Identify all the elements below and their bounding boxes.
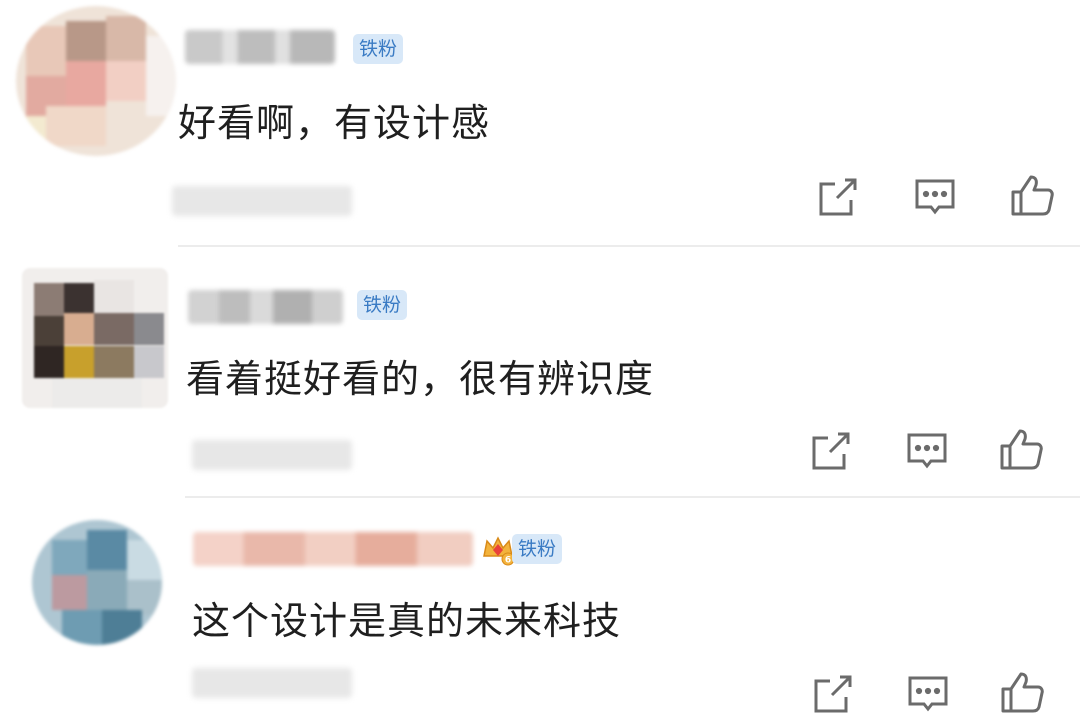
crown-level-icon: 6 — [481, 532, 515, 566]
username-blurred[interactable] — [188, 290, 343, 324]
comment-icon[interactable] — [905, 671, 951, 717]
comment-meta-blurred — [172, 186, 352, 216]
username-blurred[interactable] — [193, 532, 473, 566]
fan-badge: 铁粉 — [512, 534, 563, 564]
comment-text: 看着挺好看的，很有辨识度 — [186, 357, 655, 401]
comment-icon[interactable] — [912, 174, 958, 220]
avatar[interactable] — [22, 268, 168, 408]
comment-text: 好看啊，有设计感 — [178, 101, 491, 145]
share-icon[interactable] — [815, 174, 861, 220]
thumb-up-icon[interactable] — [999, 669, 1045, 715]
comment-icon[interactable] — [904, 428, 950, 474]
fan-badge: 铁粉 — [357, 290, 408, 320]
comment-meta-blurred — [192, 668, 352, 698]
thumb-up-icon[interactable] — [998, 426, 1044, 472]
share-icon[interactable] — [808, 428, 854, 474]
comment-meta-blurred — [192, 440, 352, 470]
thumb-up-icon[interactable] — [1009, 172, 1055, 218]
fan-badge: 铁粉 — [353, 34, 404, 64]
avatar[interactable] — [32, 520, 162, 645]
username-blurred[interactable] — [185, 30, 335, 64]
crown-level: 6 — [505, 556, 511, 566]
comment-text: 这个设计是真的未来科技 — [192, 599, 622, 643]
avatar[interactable] — [16, 6, 176, 156]
share-icon[interactable] — [810, 671, 856, 717]
